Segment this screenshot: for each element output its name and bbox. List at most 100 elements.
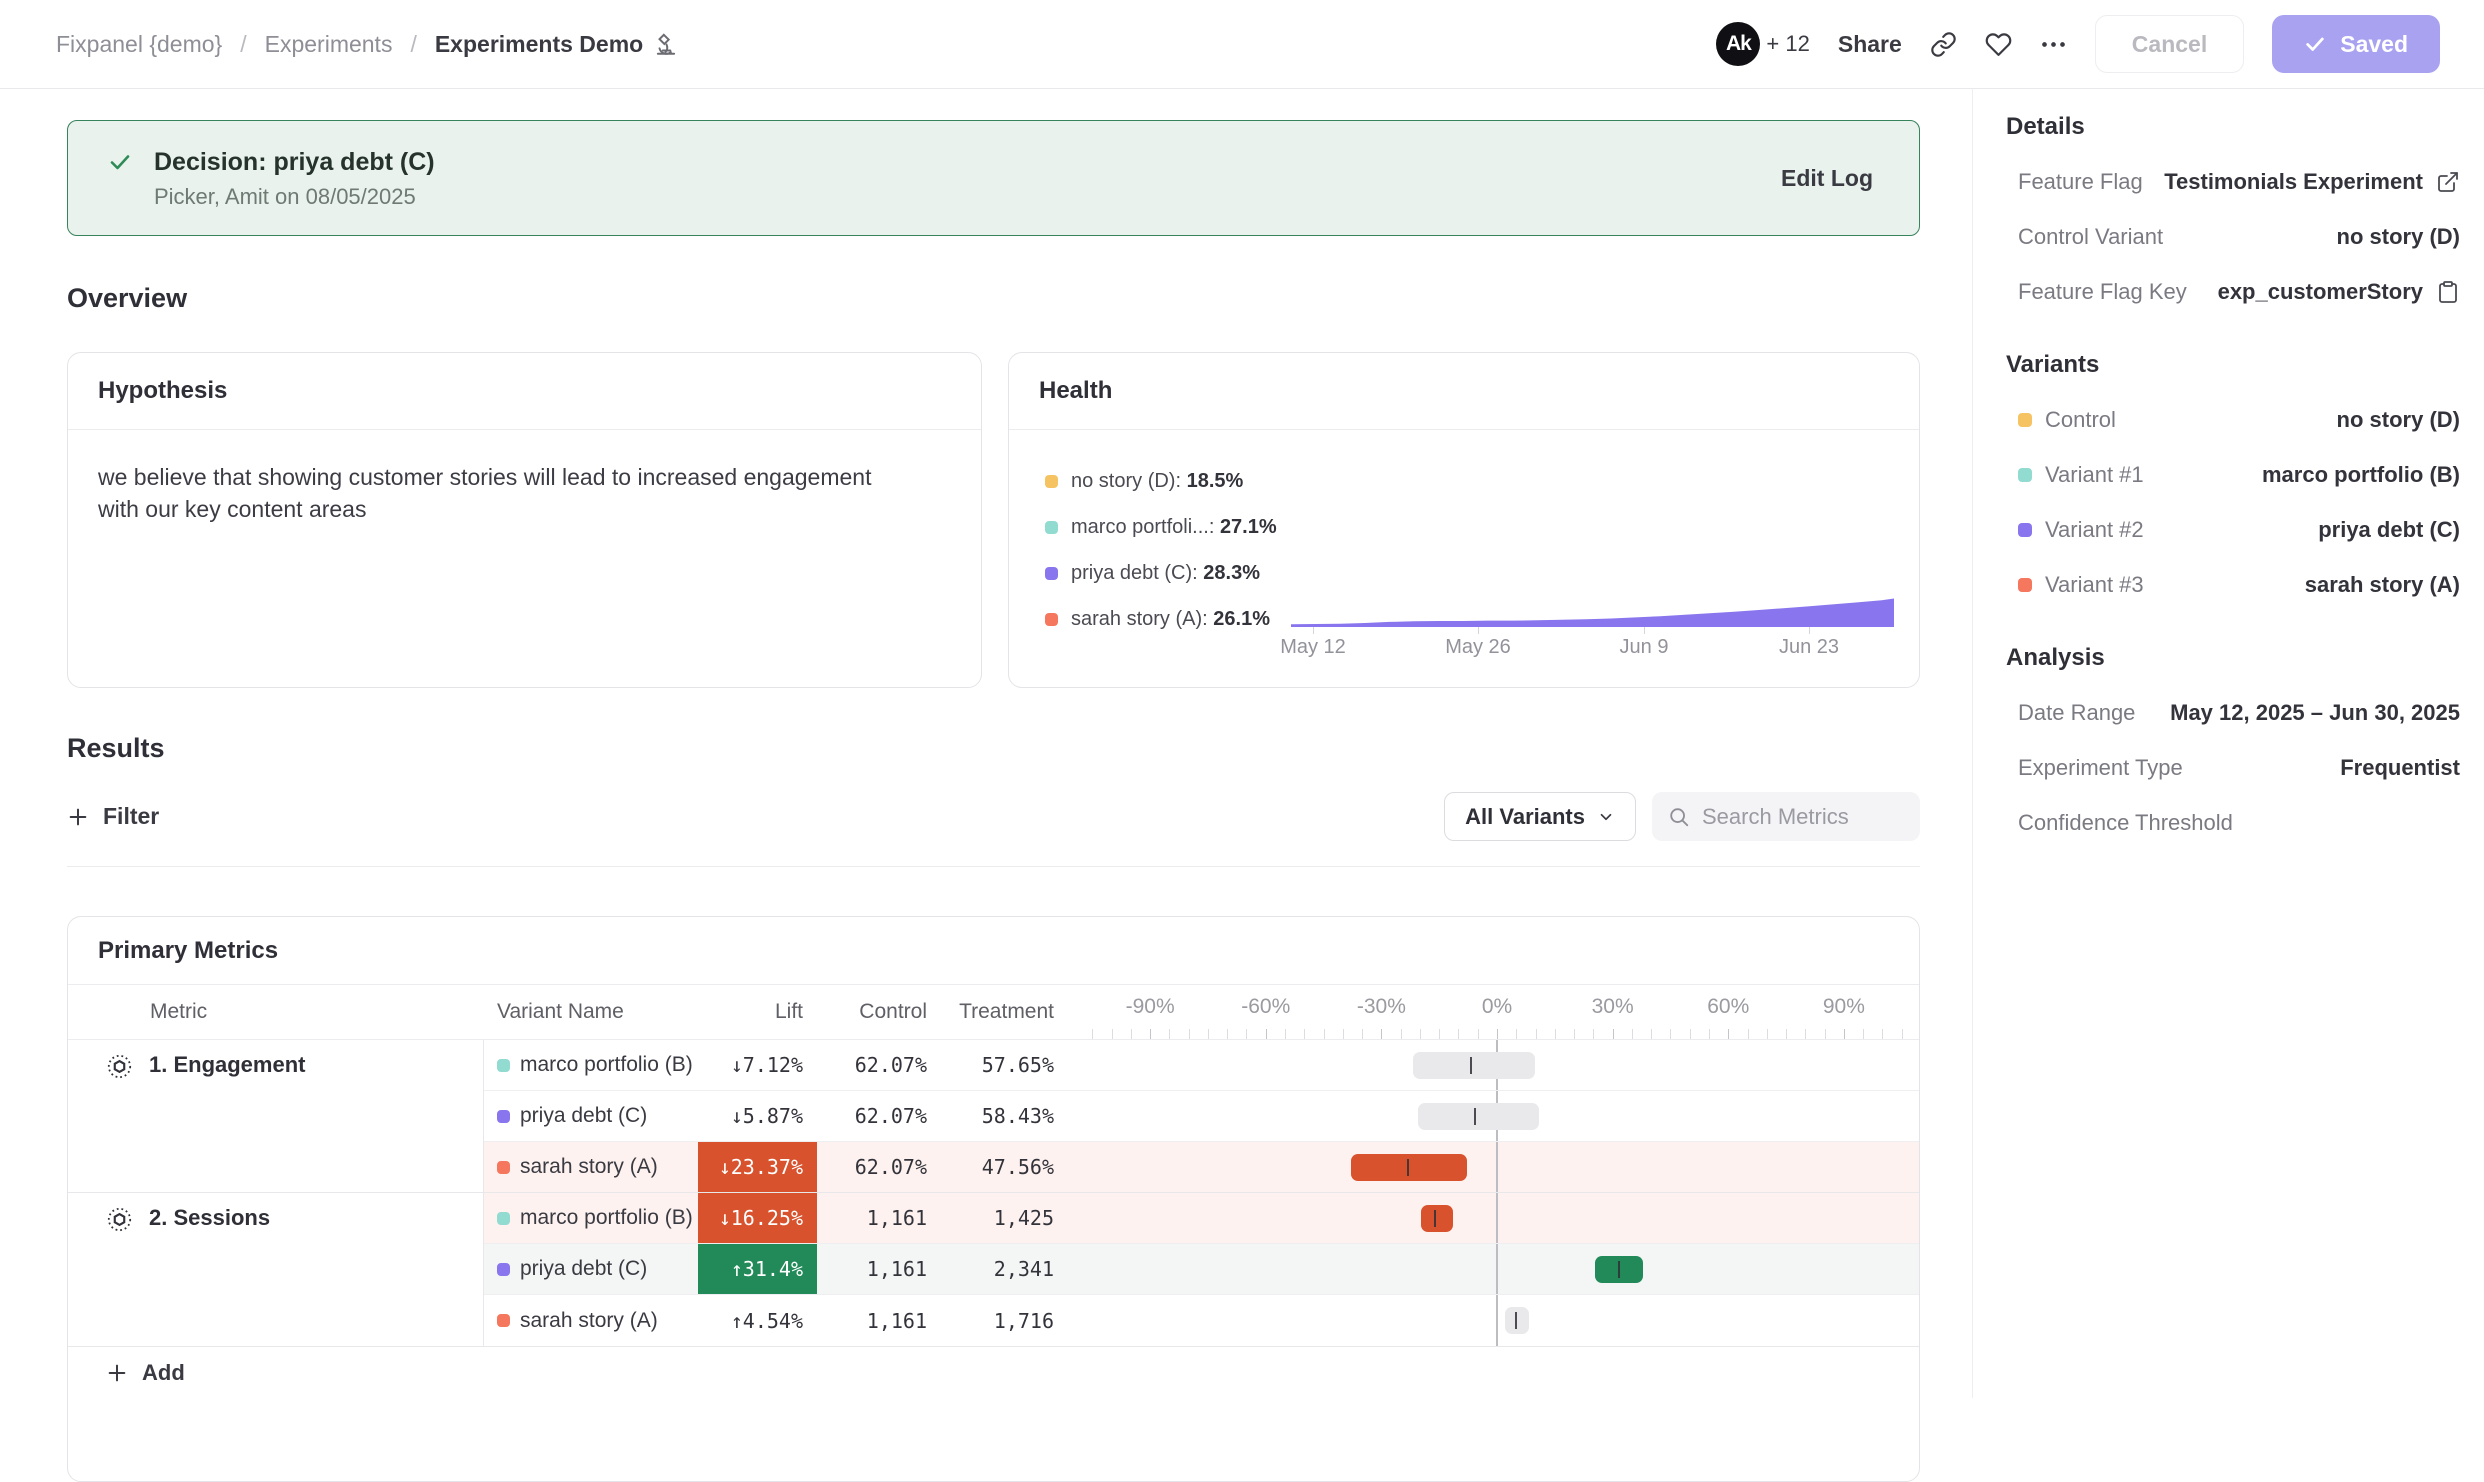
axis-tick-label: -90% bbox=[1126, 995, 1175, 1019]
analysis-row: Date RangeMay 12, 2025 – Jun 30, 2025 bbox=[2006, 700, 2460, 726]
edit-log-button[interactable]: Edit Log bbox=[1781, 165, 1873, 192]
lift-cell: ↓16.25% bbox=[698, 1193, 817, 1244]
variant-swatch bbox=[2018, 468, 2032, 482]
share-button[interactable]: Share bbox=[1838, 31, 1902, 58]
cancel-button[interactable]: Cancel bbox=[2095, 15, 2244, 73]
details-row: Control Variantno story (D) bbox=[2006, 224, 2460, 250]
axis-minor-tick bbox=[1632, 1029, 1633, 1039]
health-chart-x-axis: May 12May 26Jun 9Jun 23 bbox=[1291, 627, 1894, 663]
link-icon[interactable] bbox=[1930, 31, 1957, 58]
axis-minor-tick bbox=[1516, 1029, 1517, 1039]
control-cell: 1,161 bbox=[817, 1295, 941, 1346]
sidebar-section-analysis: Analysis Date RangeMay 12, 2025 – Jun 30,… bbox=[2006, 644, 2460, 836]
metric-target-icon bbox=[106, 1206, 133, 1233]
axis-major-tick bbox=[1150, 1029, 1151, 1039]
row-value: May 12, 2025 – Jun 30, 2025 bbox=[2170, 700, 2460, 726]
variant-cell: priya debt (C) bbox=[484, 1091, 698, 1142]
confidence-interval-cell bbox=[1068, 1193, 1919, 1244]
confidence-interval-cell bbox=[1068, 1091, 1919, 1142]
lift-chip: ↑31.4% bbox=[698, 1244, 817, 1294]
axis-tick-label: 90% bbox=[1823, 995, 1865, 1019]
clipboard-icon[interactable] bbox=[2436, 280, 2460, 304]
control-cell: 62.07% bbox=[817, 1142, 941, 1193]
column-header-lift: Lift bbox=[698, 985, 817, 1039]
add-metric-button[interactable]: Add bbox=[68, 1346, 1919, 1398]
breadcrumb-item[interactable]: Fixpanel {demo} bbox=[56, 31, 222, 58]
variants-row: Variant #2 priya debt (C) bbox=[2006, 517, 2460, 543]
health-legend-item: marco portfoli...: 27.1% bbox=[1045, 516, 1277, 539]
legend-swatch bbox=[1045, 475, 1058, 488]
axis-tick-label: 30% bbox=[1592, 995, 1634, 1019]
variant-cell: priya debt (C) bbox=[484, 1244, 698, 1295]
axis-minor-tick bbox=[1169, 1029, 1170, 1039]
axis-minor-tick bbox=[1362, 1029, 1363, 1039]
variants-dropdown[interactable]: All Variants bbox=[1444, 792, 1636, 841]
filter-label: Filter bbox=[103, 803, 159, 830]
sidebar-section-analysis-heading: Analysis bbox=[2006, 644, 2460, 672]
saved-button-label: Saved bbox=[2340, 31, 2408, 58]
row-label: Feature Flag Key bbox=[2018, 279, 2187, 305]
row-value: priya debt (C) bbox=[2318, 517, 2460, 543]
treatment-cell: 58.43% bbox=[941, 1091, 1068, 1142]
variants-row: Variant #3sarah story (A) bbox=[2006, 572, 2460, 598]
legend-swatch bbox=[1045, 567, 1058, 580]
metrics-search bbox=[1652, 792, 1920, 841]
lift-cell: ↓5.87% bbox=[698, 1091, 817, 1142]
axis-minor-tick bbox=[1285, 1029, 1286, 1039]
confidence-interval-cell bbox=[1068, 1244, 1919, 1295]
avatar-overflow-count[interactable]: + 12 bbox=[1766, 31, 1809, 57]
variant-swatch bbox=[497, 1263, 510, 1276]
metric-cell: 2. Sessions bbox=[68, 1193, 484, 1346]
decision-banner: Decision: priya debt (C) Picker, Amit on… bbox=[67, 120, 1920, 236]
health-legend: no story (D): 18.5%marco portfoli...: 27… bbox=[1045, 470, 1277, 631]
variant-swatch bbox=[497, 1161, 510, 1174]
avatar[interactable]: Ak bbox=[1716, 22, 1760, 66]
header-actions: Ak + 12 Share Cancel Saved bbox=[1716, 15, 2440, 73]
mean-marker bbox=[1407, 1159, 1409, 1176]
metrics-table-header: Metric Variant Name Lift Control Treatme… bbox=[68, 984, 1919, 1040]
control-cell: 62.07% bbox=[817, 1091, 941, 1142]
treatment-cell: 2,341 bbox=[941, 1244, 1068, 1295]
breadcrumb-item[interactable]: Experiments Demo bbox=[435, 31, 679, 58]
axis-minor-tick bbox=[1882, 1029, 1883, 1039]
check-icon bbox=[2304, 33, 2326, 55]
external-link-icon[interactable] bbox=[2436, 170, 2460, 194]
confidence-interval-bar bbox=[1418, 1103, 1539, 1130]
axis-minor-tick bbox=[1805, 1029, 1806, 1039]
axis-minor-tick bbox=[1670, 1029, 1671, 1039]
breadcrumb-item[interactable]: Experiments bbox=[265, 31, 393, 58]
search-icon bbox=[1668, 806, 1690, 828]
variant-cell: marco portfolio (B) bbox=[484, 1193, 698, 1244]
axis-minor-tick bbox=[1555, 1029, 1556, 1039]
row-label: Variant #2 bbox=[2018, 517, 2144, 543]
variants-dropdown-label: All Variants bbox=[1465, 804, 1585, 830]
control-cell: 62.07% bbox=[817, 1040, 941, 1091]
row-value: marco portfolio (B) bbox=[2262, 462, 2460, 488]
axis-minor-tick bbox=[1478, 1029, 1479, 1039]
confidence-interval-bar bbox=[1421, 1205, 1453, 1232]
variant-name: priya debt (C) bbox=[520, 1104, 647, 1128]
axis-minor-tick bbox=[1748, 1029, 1749, 1039]
divider bbox=[67, 866, 1920, 867]
analysis-row: Experiment TypeFrequentist bbox=[2006, 755, 2460, 781]
health-stacked-area-chart bbox=[1291, 521, 1894, 627]
saved-button[interactable]: Saved bbox=[2272, 15, 2440, 73]
area-series-priya-debt-c- bbox=[1291, 599, 1894, 628]
axis-tick-label: -60% bbox=[1241, 995, 1290, 1019]
variant-cell: sarah story (A) bbox=[484, 1295, 698, 1346]
heart-icon[interactable] bbox=[1985, 31, 2012, 58]
x-axis-tick bbox=[1644, 627, 1645, 634]
x-axis-label: Jun 9 bbox=[1620, 636, 1669, 659]
variants-row: Variant #1marco portfolio (B) bbox=[2006, 462, 2460, 488]
axis-minor-tick bbox=[1786, 1029, 1787, 1039]
search-metrics-input[interactable] bbox=[1702, 804, 1902, 830]
ellipsis-icon[interactable] bbox=[2040, 31, 2067, 58]
check-icon bbox=[108, 150, 132, 174]
zero-axis-line bbox=[1496, 1244, 1498, 1294]
add-filter-button[interactable]: Filter bbox=[67, 803, 159, 830]
details-sidebar: DetailsFeature FlagTestimonials Experime… bbox=[1972, 89, 2484, 1398]
axis-minor-tick bbox=[1863, 1029, 1864, 1039]
treatment-cell: 57.65% bbox=[941, 1040, 1068, 1091]
mean-marker bbox=[1470, 1057, 1472, 1074]
lift-cell: ↑31.4% bbox=[698, 1244, 817, 1295]
